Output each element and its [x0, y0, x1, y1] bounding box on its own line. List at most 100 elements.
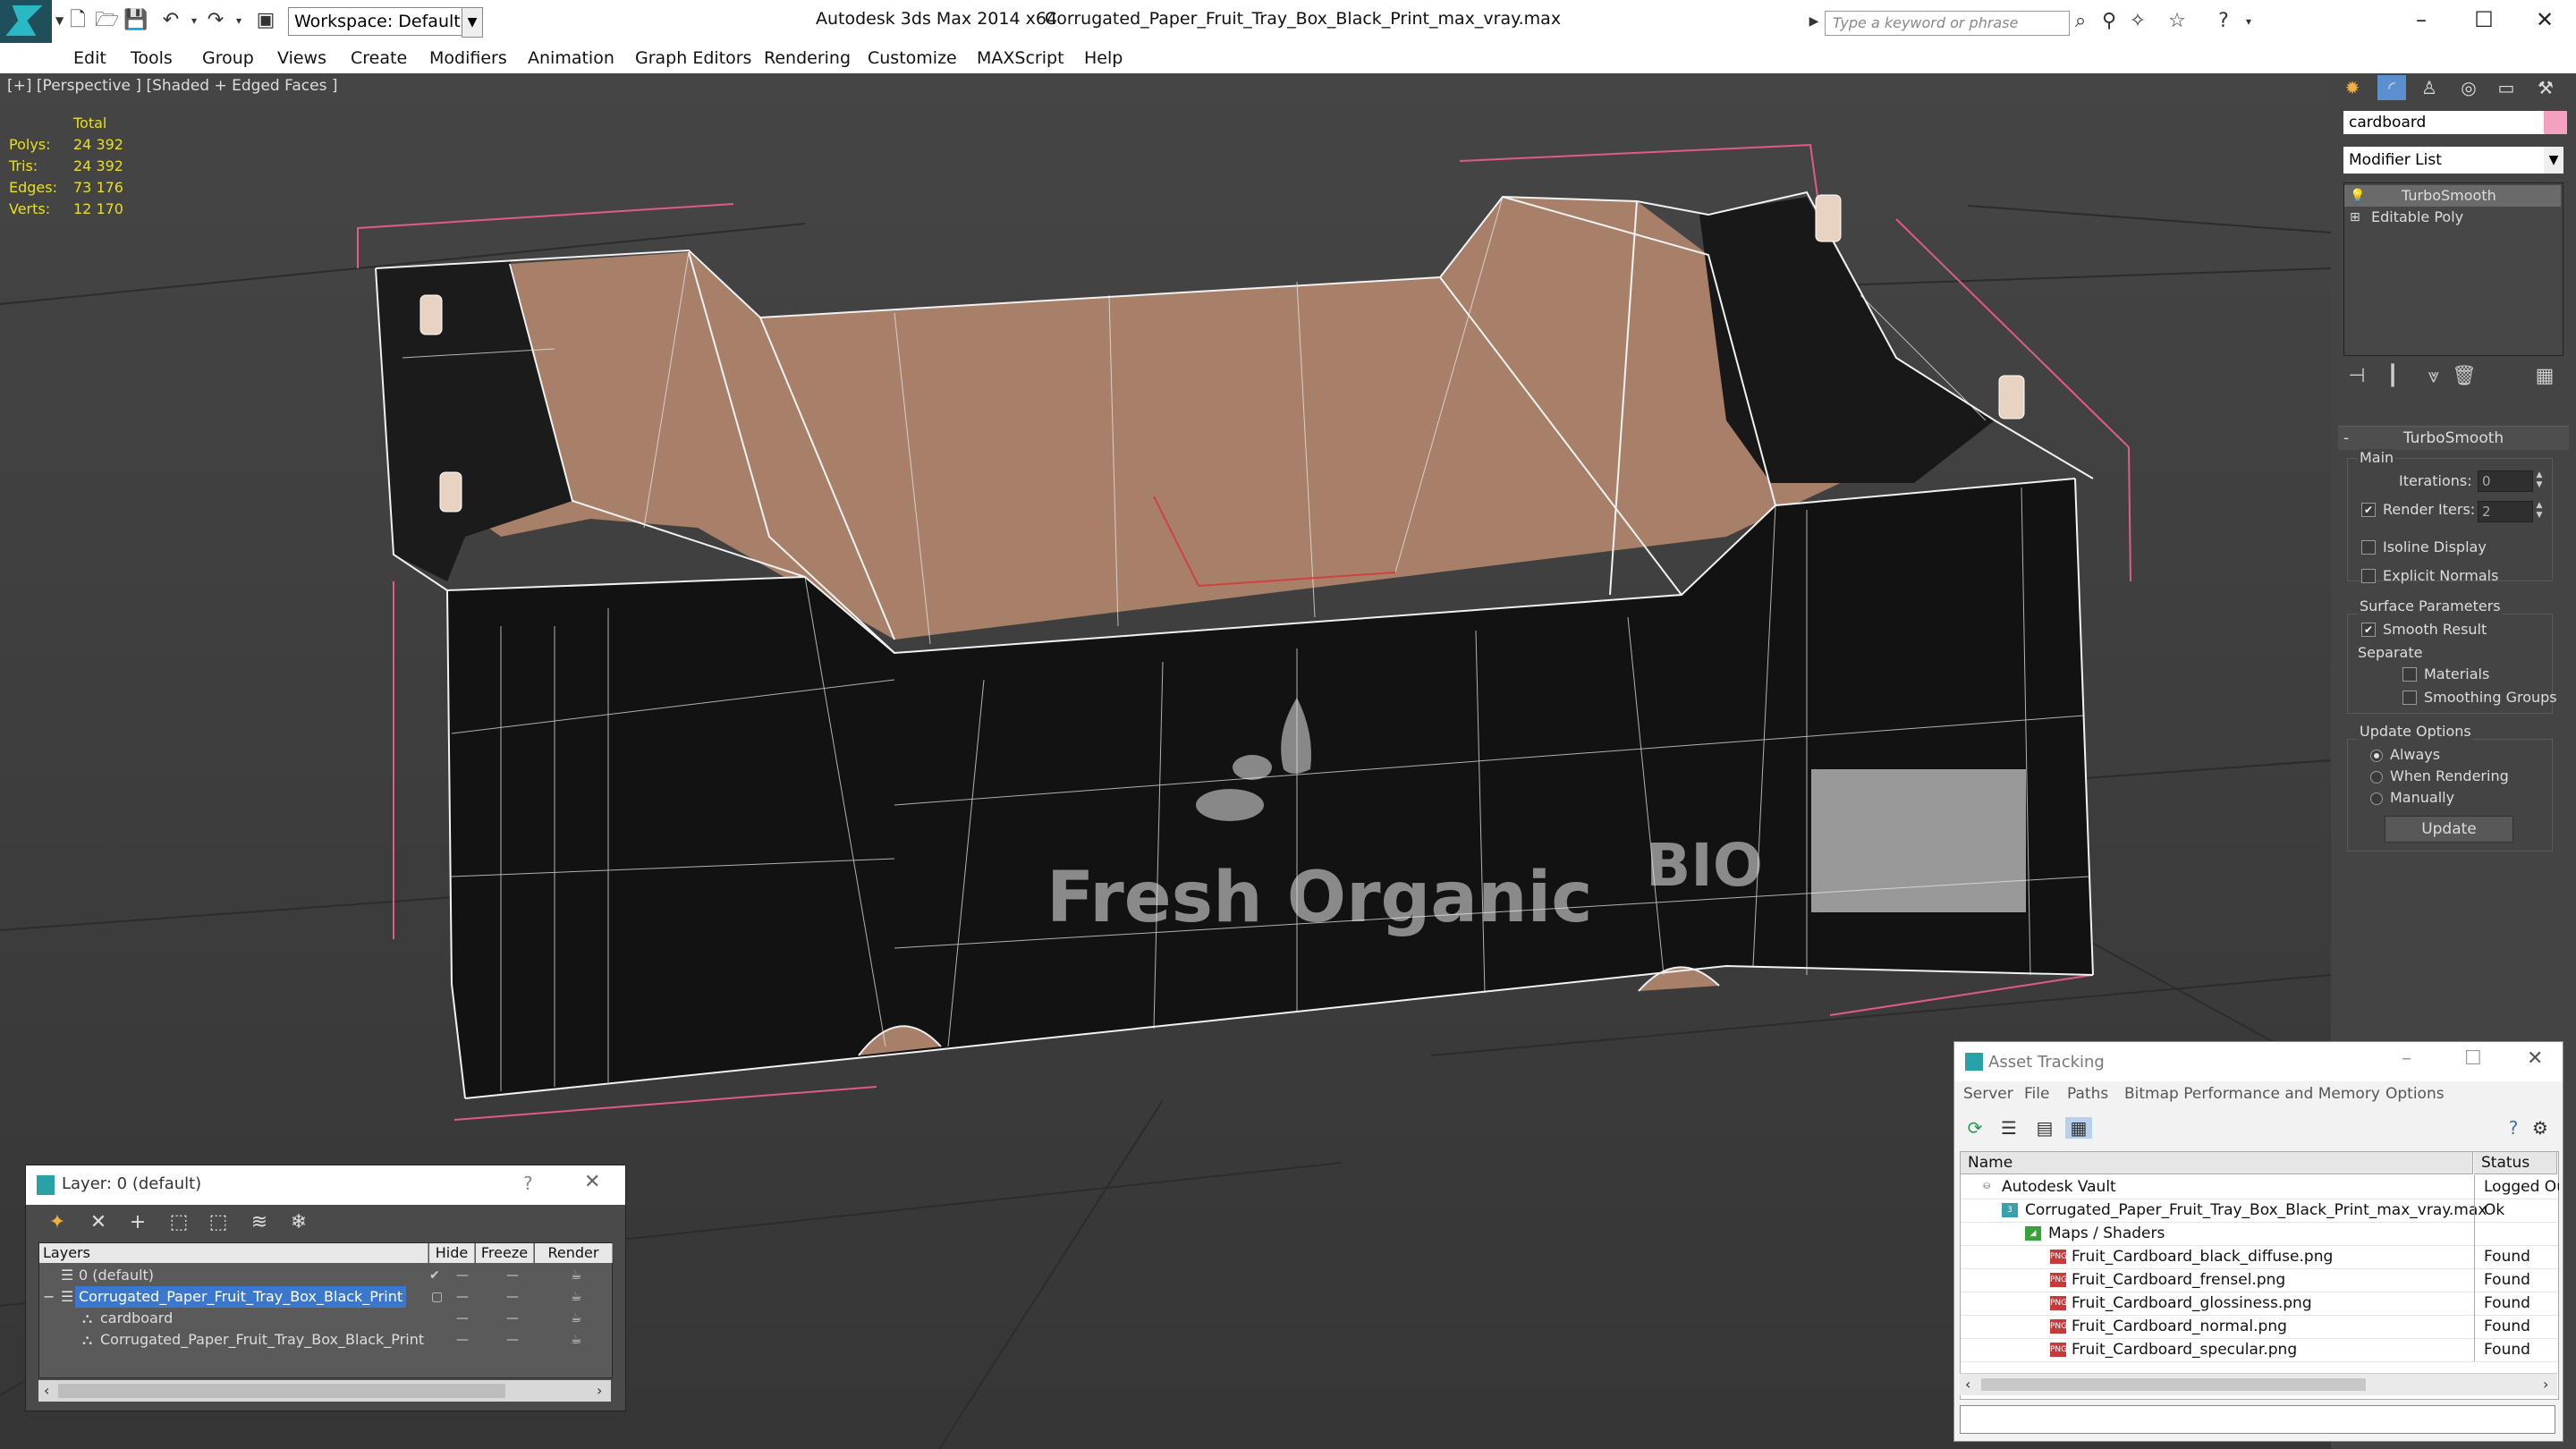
- render-iters-spinner[interactable]: 2: [2478, 501, 2533, 522]
- workspace-select[interactable]: Workspace: Default: [288, 7, 472, 36]
- create-layer-icon[interactable]: ✦: [44, 1210, 71, 1235]
- search-input[interactable]: Type a keyword or phrase: [1825, 11, 2070, 36]
- communication-center-icon[interactable]: ✧: [2125, 9, 2150, 34]
- redo-dropdown-icon[interactable]: ▾: [227, 9, 250, 32]
- asset-row[interactable]: 3 Corrugated_Paper_Fruit_Tray_Box_Black_…: [1961, 1199, 2558, 1223]
- asset-settings-icon[interactable]: ⚙: [2527, 1117, 2554, 1139]
- search-expand-icon[interactable]: ▶: [1805, 11, 1823, 32]
- freeze-toggle[interactable]: —: [506, 1308, 519, 1329]
- pin-stack-icon[interactable]: ⊣: [2343, 361, 2370, 392]
- asset-maximize-button[interactable]: ☐: [2464, 1047, 2482, 1070]
- remove-modifier-icon[interactable]: 🗑: [2451, 361, 2478, 392]
- create-tab-icon[interactable]: ✹: [2338, 75, 2367, 100]
- manually-radio[interactable]: [2370, 792, 2383, 805]
- scroll-right-icon[interactable]: ›: [597, 1380, 602, 1402]
- utilities-tab-icon[interactable]: ⚒: [2531, 75, 2560, 100]
- asset-row[interactable]: PNG Fruit_Cardboard_normal.png Found: [1961, 1315, 2558, 1339]
- smoothing-groups-checkbox[interactable]: [2402, 691, 2417, 705]
- menu-tools[interactable]: Tools: [131, 43, 173, 73]
- maximize-button[interactable]: ☐: [2453, 2, 2515, 38]
- render-teapot-icon[interactable]: ☕: [571, 1329, 582, 1351]
- refresh-icon[interactable]: ⟳: [1962, 1117, 1988, 1139]
- help-icon[interactable]: ?: [2211, 9, 2236, 34]
- asset-help-icon[interactable]: ?: [2500, 1117, 2527, 1139]
- scroll-thumb[interactable]: [1981, 1378, 2366, 1391]
- when-rendering-radio[interactable]: [2370, 771, 2383, 784]
- menu-group[interactable]: Group: [202, 43, 254, 73]
- freeze-toggle[interactable]: —: [506, 1265, 519, 1286]
- render-column-header[interactable]: Render: [535, 1243, 613, 1263]
- object-color-swatch[interactable]: [2544, 111, 2567, 134]
- menu-customize[interactable]: Customize: [868, 43, 957, 73]
- display-tab-icon[interactable]: ▭: [2492, 75, 2521, 100]
- render-iters-spinner-arrows-icon[interactable]: ▲ ▼: [2533, 501, 2546, 521]
- binoculars-icon[interactable]: ⌕: [2068, 9, 2093, 34]
- menu-graph-editors[interactable]: Graph Editors: [635, 43, 751, 73]
- scroll-left-icon[interactable]: ‹: [1965, 1374, 1970, 1395]
- asset-close-button[interactable]: ✕: [2527, 1047, 2543, 1070]
- workspace-dropdown-icon[interactable]: ▼: [462, 7, 483, 38]
- scroll-left-icon[interactable]: ‹: [44, 1380, 49, 1402]
- asset-horizontal-scrollbar[interactable]: ‹ ›: [1960, 1373, 2557, 1395]
- smooth-result-checkbox[interactable]: ✔: [2361, 623, 2376, 637]
- project-folder-icon[interactable]: ▣: [254, 9, 277, 32]
- stack-item-editable-poly[interactable]: ⊞ Editable Poly: [2344, 207, 2561, 228]
- hide-toggle[interactable]: —: [456, 1286, 469, 1308]
- asset-row[interactable]: ⛁ Autodesk Vault Logged Out: [1961, 1175, 2559, 1199]
- menu-help[interactable]: Help: [1084, 43, 1123, 73]
- undo-dropdown-icon[interactable]: ▾: [182, 9, 206, 32]
- menu-animation[interactable]: Animation: [528, 43, 614, 73]
- modifier-list-select[interactable]: Modifier List: [2343, 147, 2547, 174]
- asset-menu-server[interactable]: Server: [1963, 1085, 2013, 1103]
- expand-icon[interactable]: ⊞: [2350, 207, 2360, 228]
- hierarchy-tab-icon[interactable]: ♙: [2415, 75, 2444, 100]
- modifier-list-dropdown-icon[interactable]: ▼: [2544, 147, 2563, 174]
- list-view-icon[interactable]: ☰: [1996, 1117, 2022, 1139]
- show-end-result-icon[interactable]: ┃: [2379, 361, 2406, 392]
- layers-column-header[interactable]: Layers: [39, 1243, 428, 1263]
- asset-tracking-titlebar[interactable]: Asset Tracking – ☐ ✕: [1954, 1042, 2563, 1081]
- hide-toggle[interactable]: —: [456, 1308, 469, 1329]
- asset-row[interactable]: ◢ Maps / Shaders: [1961, 1222, 2558, 1246]
- scroll-thumb[interactable]: [58, 1384, 505, 1398]
- help-dropdown-icon[interactable]: ▾: [2236, 9, 2261, 34]
- layer-row[interactable]: ☰ 0 (default) ✔ — — ☕: [39, 1265, 612, 1286]
- lightbulb-icon[interactable]: 💡: [2350, 185, 2365, 207]
- collapse-icon[interactable]: -: [2343, 427, 2349, 450]
- asset-minimize-button[interactable]: –: [2402, 1047, 2411, 1070]
- configure-sets-icon[interactable]: ▦: [2531, 361, 2558, 392]
- scroll-right-icon[interactable]: ›: [2543, 1374, 2548, 1395]
- hide-column-header[interactable]: Hide: [429, 1243, 475, 1263]
- hide-toggle[interactable]: —: [456, 1329, 469, 1351]
- make-unique-icon[interactable]: ⩔: [2420, 361, 2447, 392]
- undo-icon[interactable]: ↶: [159, 9, 182, 32]
- highlight-layer-icon[interactable]: ⬚: [205, 1210, 232, 1235]
- asset-menu-paths[interactable]: Paths: [2067, 1085, 2108, 1103]
- freeze-all-layers-icon[interactable]: ❄: [285, 1210, 312, 1235]
- hide-toggle[interactable]: —: [456, 1265, 469, 1286]
- stack-item-turbosmooth[interactable]: 💡 TurboSmooth: [2344, 185, 2561, 207]
- freeze-toggle[interactable]: —: [506, 1329, 519, 1351]
- status-column-header[interactable]: Status: [2474, 1152, 2557, 1174]
- object-name-field[interactable]: cardboard: [2343, 111, 2544, 134]
- update-button[interactable]: Update: [2385, 816, 2513, 843]
- collapse-icon[interactable]: −: [39, 1286, 58, 1308]
- layer-horizontal-scrollbar[interactable]: ‹ ›: [38, 1380, 611, 1402]
- select-objects-icon[interactable]: ⬚: [165, 1210, 192, 1235]
- asset-row[interactable]: PNG Fruit_Cardboard_glossiness.png Found: [1961, 1292, 2558, 1316]
- layer-dialog-titlebar[interactable]: Layer: 0 (default) ? ✕: [26, 1165, 625, 1205]
- hide-all-layers-icon[interactable]: ≋: [246, 1210, 273, 1235]
- asset-menu-file[interactable]: File: [2024, 1085, 2049, 1103]
- always-radio[interactable]: [2370, 750, 2383, 762]
- menu-rendering[interactable]: Rendering: [764, 43, 851, 73]
- render-teapot-icon[interactable]: ☕: [571, 1308, 582, 1329]
- asset-row[interactable]: PNG Fruit_Cardboard_frensel.png Found: [1961, 1268, 2558, 1292]
- render-teapot-icon[interactable]: ☕: [571, 1265, 582, 1286]
- materials-checkbox[interactable]: [2402, 667, 2417, 682]
- layer-close-button[interactable]: ✕: [584, 1171, 600, 1193]
- new-file-icon[interactable]: 🗋: [66, 9, 89, 32]
- favorites-star-icon[interactable]: ☆: [2165, 9, 2190, 34]
- current-layer-box-icon[interactable]: ▢: [431, 1286, 443, 1308]
- render-iters-checkbox[interactable]: ✔: [2361, 503, 2376, 517]
- menu-create[interactable]: Create: [351, 43, 407, 73]
